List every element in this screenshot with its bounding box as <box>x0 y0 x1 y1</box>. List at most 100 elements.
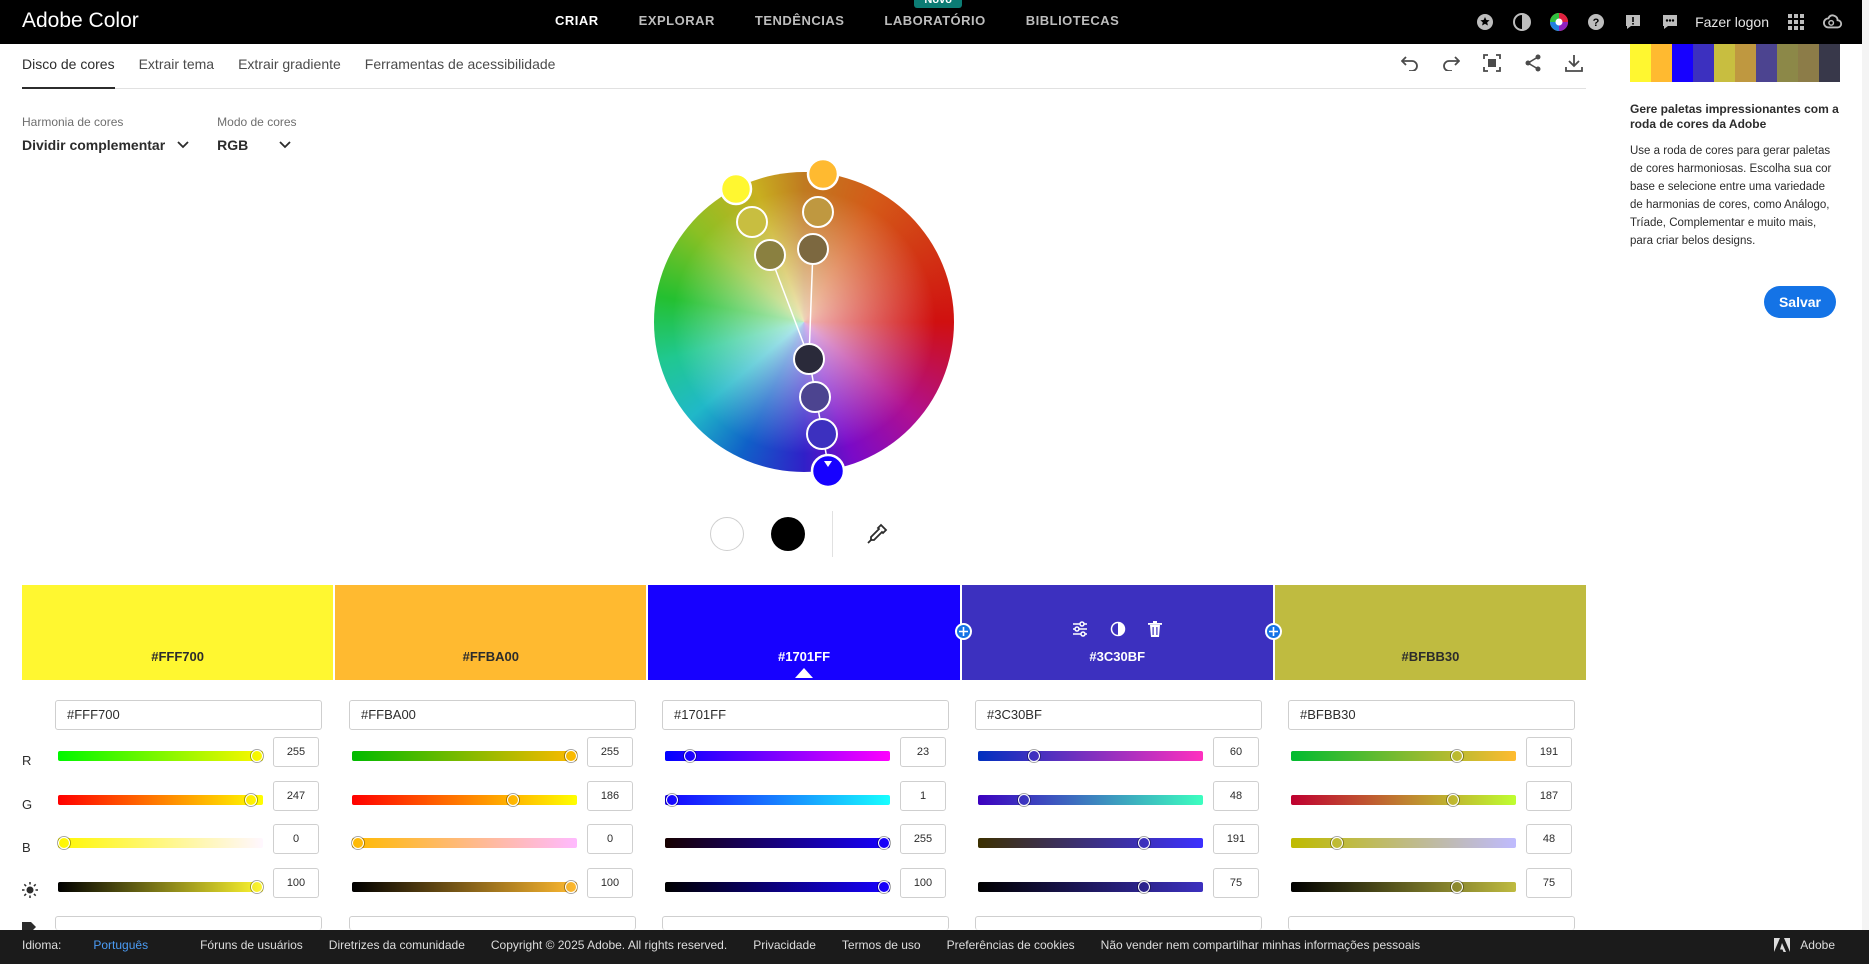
slider-handle[interactable] <box>665 794 678 806</box>
channel-value-input[interactable]: 100 <box>587 868 633 898</box>
slider-handle[interactable] <box>684 750 697 762</box>
channel-slider-v[interactable] <box>352 881 577 893</box>
footer-link-termos[interactable]: Termos de uso <box>842 930 921 960</box>
channel-value-input[interactable]: 1 <box>900 781 946 811</box>
mini-swatch[interactable] <box>1735 44 1756 82</box>
channel-slider-r[interactable] <box>978 750 1203 762</box>
tab-extrair-tema[interactable]: Extrair tema <box>139 44 214 89</box>
tag-input[interactable] <box>1288 916 1575 930</box>
channel-slider-v[interactable] <box>665 881 890 893</box>
eyedropper-icon[interactable] <box>865 522 889 546</box>
channel-slider-b[interactable] <box>1291 837 1516 849</box>
channel-slider-g[interactable] <box>665 794 890 806</box>
channel-value-input[interactable]: 75 <box>1526 868 1572 898</box>
chat-icon[interactable] <box>1660 12 1680 32</box>
share-icon[interactable] <box>1521 51 1545 75</box>
channel-slider-b[interactable] <box>665 837 890 849</box>
slider-handle[interactable] <box>565 881 577 893</box>
slider-handle[interactable] <box>565 750 577 762</box>
channel-slider-b[interactable] <box>978 837 1203 849</box>
mini-swatch[interactable] <box>1798 44 1819 82</box>
footer-link-nao-vender[interactable]: Não vender nem compartilhar minhas infor… <box>1101 930 1420 960</box>
channel-value-input[interactable]: 187 <box>1526 781 1572 811</box>
slider-handle[interactable] <box>1331 837 1344 849</box>
tab-acessibilidade[interactable]: Ferramentas de acessibilidade <box>365 44 556 89</box>
footer-link-diretrizes[interactable]: Diretrizes da comunidade <box>329 930 465 960</box>
tag-input[interactable] <box>662 916 949 930</box>
language-selector[interactable]: Idioma: Português <box>22 930 174 960</box>
contrast-icon[interactable] <box>1512 12 1532 32</box>
add-color-button[interactable] <box>1265 623 1282 640</box>
fit-screen-icon[interactable] <box>1480 51 1504 75</box>
white-swatch-button[interactable] <box>710 517 744 551</box>
mini-swatch[interactable] <box>1714 44 1735 82</box>
channel-value-input[interactable]: 255 <box>900 824 946 854</box>
channel-slider-r[interactable] <box>1291 750 1516 762</box>
delete-icon[interactable] <box>1148 621 1163 637</box>
slider-handle[interactable] <box>507 794 520 806</box>
channel-value-input[interactable]: 48 <box>1526 824 1572 854</box>
hex-input[interactable]: #1701FF <box>662 700 949 730</box>
nav-laboratorio[interactable]: LABORATÓRIO Novo <box>884 0 985 44</box>
adobe-brand[interactable]: Adobe <box>1774 930 1835 960</box>
slider-handle[interactable] <box>878 837 890 849</box>
slider-handle[interactable] <box>1450 750 1463 762</box>
mini-palette[interactable] <box>1630 44 1840 82</box>
nav-bibliotecas[interactable]: BIBLIOTECAS <box>1026 0 1120 44</box>
slider-handle[interactable] <box>1018 794 1031 806</box>
channel-value-input[interactable]: 247 <box>273 781 319 811</box>
channel-value-input[interactable]: 100 <box>900 868 946 898</box>
black-swatch-button[interactable] <box>771 517 805 551</box>
undo-icon[interactable] <box>1398 51 1422 75</box>
slider-handle[interactable] <box>1028 750 1041 762</box>
mini-swatch[interactable] <box>1630 44 1651 82</box>
channel-value-input[interactable]: 191 <box>1213 824 1259 854</box>
tag-input[interactable] <box>349 916 636 930</box>
slider-handle[interactable] <box>1447 794 1460 806</box>
harmony-select[interactable]: Harmonia de cores Dividir complementar <box>22 115 189 153</box>
channel-value-input[interactable]: 191 <box>1526 737 1572 767</box>
app-title[interactable]: Adobe Color <box>22 9 139 33</box>
save-button[interactable]: Salvar <box>1764 286 1836 318</box>
redo-icon[interactable] <box>1439 51 1463 75</box>
creative-cloud-icon[interactable] <box>1823 12 1843 32</box>
apps-grid-icon[interactable] <box>1786 12 1806 32</box>
nav-tendencias[interactable]: TENDÊNCIAS <box>755 0 845 44</box>
channel-slider-g[interactable] <box>978 794 1203 806</box>
shade-icon[interactable] <box>1110 621 1126 637</box>
scrollbar[interactable] <box>1862 0 1869 930</box>
slider-handle[interactable] <box>878 881 890 893</box>
channel-value-input[interactable]: 0 <box>587 824 633 854</box>
channel-slider-r[interactable] <box>352 750 577 762</box>
color-wheel[interactable] <box>654 172 954 472</box>
channel-slider-g[interactable] <box>58 794 263 806</box>
hex-input[interactable]: #BFBB30 <box>1288 700 1575 730</box>
channel-value-input[interactable]: 60 <box>1213 737 1259 767</box>
nav-explorar[interactable]: EXPLORAR <box>639 0 715 44</box>
channel-slider-g[interactable] <box>1291 794 1516 806</box>
slider-handle[interactable] <box>352 837 364 849</box>
mode-select[interactable]: Modo de cores RGB <box>217 115 296 153</box>
channel-slider-v[interactable] <box>1291 881 1516 893</box>
nav-criar[interactable]: CRIAR <box>555 0 599 44</box>
color-wheel-icon[interactable] <box>1549 12 1569 32</box>
swatch-5[interactable]: #BFBB30 <box>1274 585 1587 680</box>
channel-value-input[interactable]: 48 <box>1213 781 1259 811</box>
star-icon[interactable] <box>1475 12 1495 32</box>
channel-slider-b[interactable] <box>352 837 577 849</box>
mini-swatch[interactable] <box>1756 44 1777 82</box>
alert-icon[interactable] <box>1623 12 1643 32</box>
slider-handle[interactable] <box>1137 837 1150 849</box>
hex-input[interactable]: #FFBA00 <box>349 700 636 730</box>
channel-slider-v[interactable] <box>58 881 263 893</box>
channel-value-input[interactable]: 186 <box>587 781 633 811</box>
slider-handle[interactable] <box>58 837 70 849</box>
hex-input[interactable]: #3C30BF <box>975 700 1262 730</box>
channel-slider-r[interactable] <box>58 750 263 762</box>
help-icon[interactable]: ? <box>1586 12 1606 32</box>
mini-swatch[interactable] <box>1777 44 1798 82</box>
channel-slider-v[interactable] <box>978 881 1203 893</box>
channel-slider-r[interactable] <box>665 750 890 762</box>
channel-value-input[interactable]: 75 <box>1213 868 1259 898</box>
slider-handle[interactable] <box>251 750 263 762</box>
